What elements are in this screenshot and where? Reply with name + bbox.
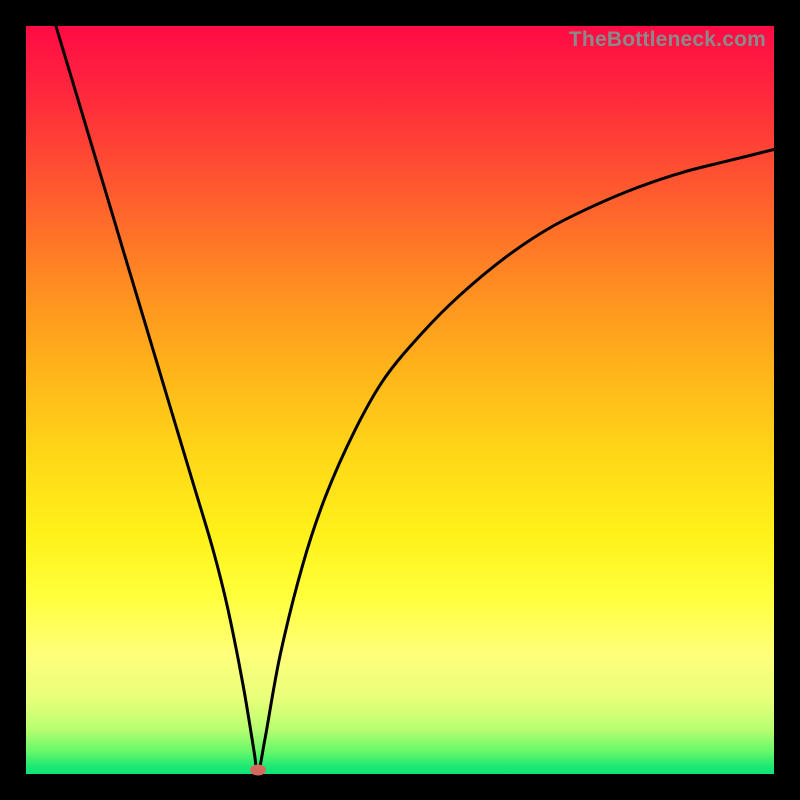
curve-svg	[26, 26, 774, 774]
bottleneck-curve	[56, 26, 774, 774]
minimum-marker	[250, 765, 266, 776]
watermark-text: TheBottleneck.com	[569, 28, 766, 52]
chart-frame: TheBottleneck.com	[0, 0, 800, 800]
plot-area: TheBottleneck.com	[26, 26, 774, 774]
